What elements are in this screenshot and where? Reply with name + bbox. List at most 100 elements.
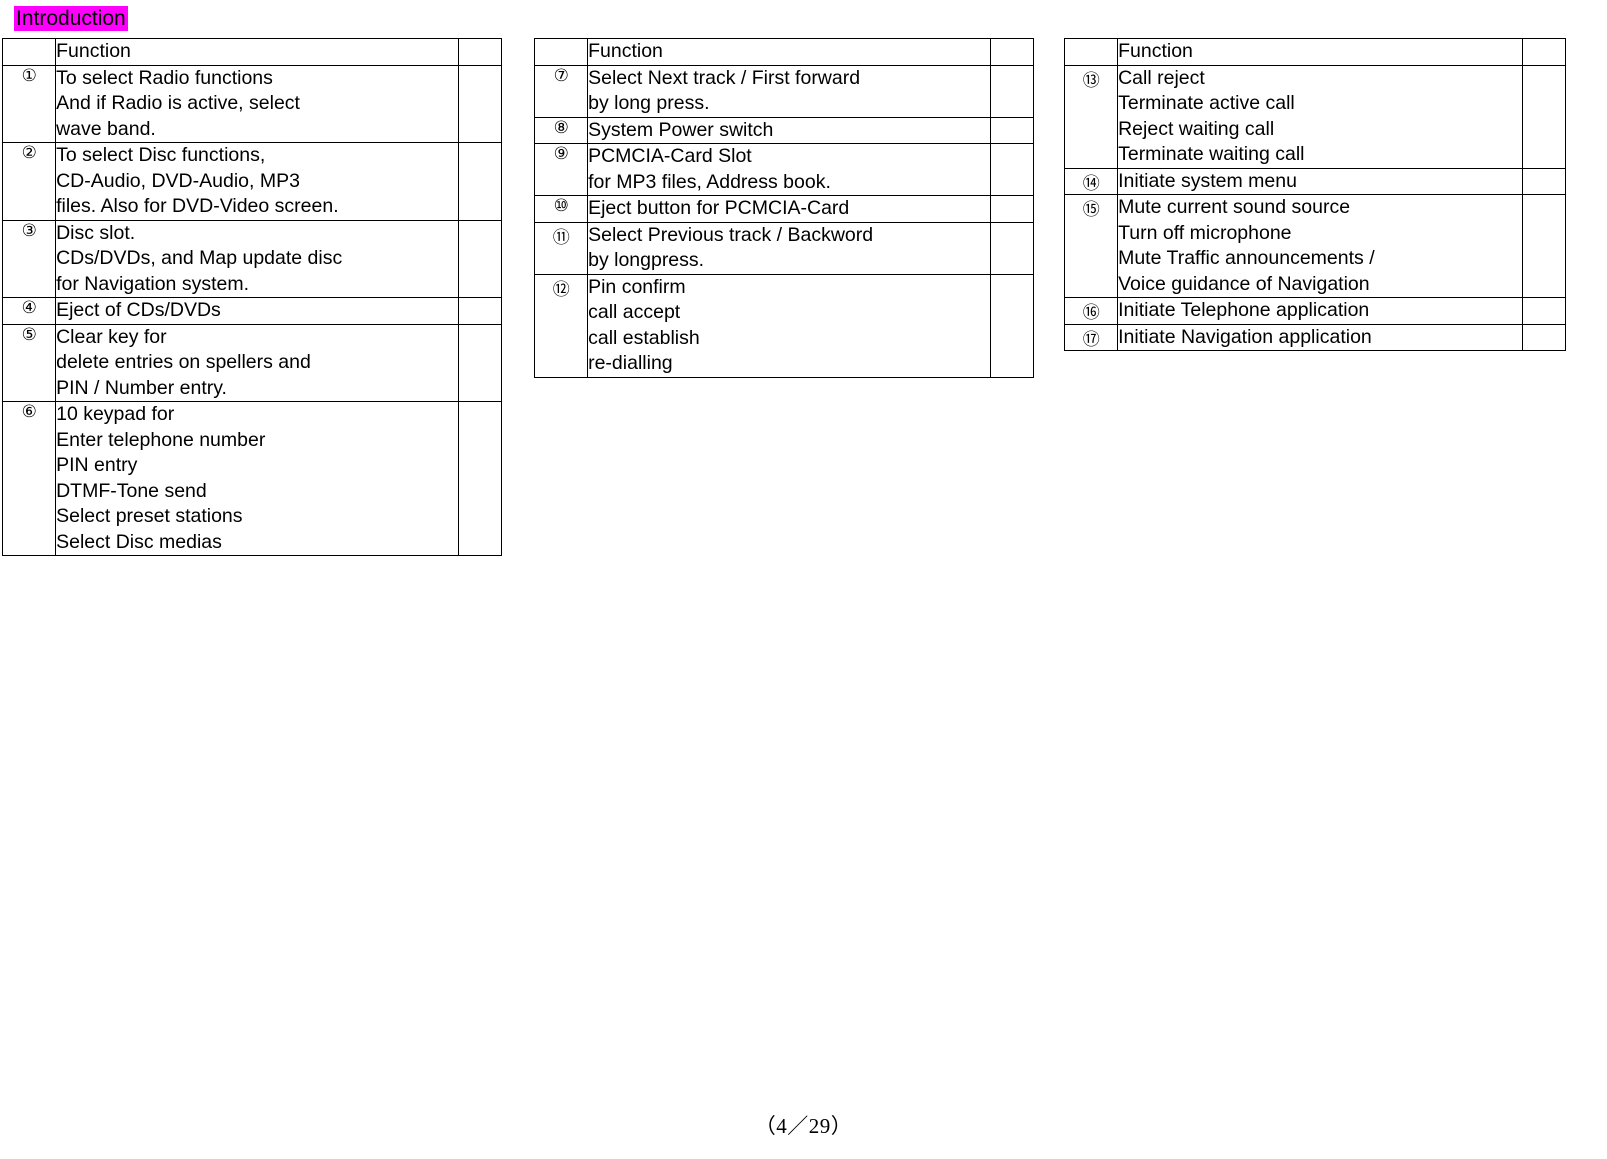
function-description-line: To select Radio functions xyxy=(56,66,273,89)
row-number-marker: ⑰ xyxy=(1063,323,1119,351)
function-description-line: Eject button for PCMCIA-Card xyxy=(588,197,850,219)
function-table-2: Function ⑦ Select Next track / First forw… xyxy=(533,38,1035,378)
function-table-1: Function ① To select Radio functions And i… xyxy=(1,38,503,556)
row-number-marker: ⑭ xyxy=(1063,167,1119,195)
row-number-marker: ⑯ xyxy=(1063,297,1119,325)
row-number-marker: ⑨ xyxy=(533,143,589,196)
function-description-cell: Select Previous track / Backword by longp… xyxy=(587,221,991,275)
illustration-cell xyxy=(989,221,1035,275)
illustration-cell xyxy=(457,64,503,143)
function-description-line: Clear key for xyxy=(56,325,167,348)
illustration-cell xyxy=(457,323,503,402)
illustration-cell xyxy=(989,273,1035,378)
function-description-cell: System Power switch xyxy=(587,116,991,144)
function-description-cell: Call reject Terminate active call Reject w… xyxy=(1117,64,1523,169)
function-description-line: Select preset stations xyxy=(56,505,243,527)
illustration-cell xyxy=(1521,323,1567,351)
function-description-line: Select Disc medias xyxy=(56,530,222,553)
function-description-line: by longpress. xyxy=(588,249,705,271)
table-row: ⑧ System Power switch xyxy=(533,116,1035,144)
row-number-marker: ⑫ xyxy=(533,273,589,378)
header-index-cell xyxy=(1,38,57,66)
table-row: ⑤ Clear key for delete entries on spellers… xyxy=(1,323,503,402)
table-row: ① To select Radio functions And if Radio i… xyxy=(1,64,503,143)
illustration-cell xyxy=(1521,167,1567,195)
function-description-line: To select Disc functions, xyxy=(56,144,266,166)
row-number-marker: ⑥ xyxy=(1,401,57,556)
function-description-cell: Eject of CDs/DVDs xyxy=(55,297,459,325)
function-description-cell: Initiate system menu xyxy=(1117,167,1523,195)
function-description-line: for MP3 files, Address book. xyxy=(588,170,831,193)
table-row: ⑪ Select Previous track / Backword by long… xyxy=(533,221,1035,275)
function-description-cell: Initiate Telephone application xyxy=(1117,297,1523,325)
function-description-line: System Power switch xyxy=(588,118,774,141)
function-description-line: call accept xyxy=(588,301,681,323)
function-description-line: And if Radio is active, select xyxy=(56,92,300,114)
function-description-line: Terminate waiting call xyxy=(1118,143,1305,165)
row-number-marker: ② xyxy=(1,142,57,221)
function-description-line: files. Also for DVD-Video screen. xyxy=(56,195,339,217)
function-description-line: Disc slot. xyxy=(56,221,136,244)
function-description-line: Initiate Navigation application xyxy=(1118,325,1372,348)
function-description-cell: To select Radio functions And if Radio is… xyxy=(55,64,459,143)
illustration-cell xyxy=(457,401,503,556)
table-row: ⑦ Select Next track / First forward by lon… xyxy=(533,64,1035,118)
table-header-row: Function xyxy=(533,38,1035,66)
table-row: ⑰ Initiate Navigation application xyxy=(1063,323,1567,351)
table-row: ⑬ Call reject Terminate active call Reject … xyxy=(1063,64,1567,169)
illustration-cell xyxy=(989,143,1035,196)
function-description-line: Turn off microphone xyxy=(1118,221,1292,244)
function-description-line: Initiate system menu xyxy=(1118,169,1297,192)
table-row: ⑯ Initiate Telephone application xyxy=(1063,297,1567,325)
function-description-line: Initiate Telephone application xyxy=(1118,299,1370,321)
function-description-line: PCMCIA-Card Slot xyxy=(588,145,752,167)
illustration-cell xyxy=(1521,297,1567,325)
function-description-cell: Select Next track / First forward by long… xyxy=(587,64,991,118)
illustration-cell xyxy=(989,64,1035,118)
table-row: ⑭ Initiate system menu xyxy=(1063,167,1567,195)
function-description-line: Call reject xyxy=(1118,66,1205,89)
column-header-function: Function xyxy=(55,38,459,66)
table-row: ⑫ Pin confirm call accept call establish re-… xyxy=(533,273,1035,378)
table-3-body: Function ⑬ Call reject Terminate active ca… xyxy=(1063,38,1567,351)
function-table-3: Function ⑬ Call reject Terminate active ca… xyxy=(1063,38,1567,351)
table-header-row: Function xyxy=(1,38,503,66)
illustration-cell xyxy=(1521,64,1567,169)
header-illustration-cell xyxy=(989,38,1035,66)
function-description-cell: Initiate Navigation application xyxy=(1117,323,1523,351)
function-description-line: Mute Traffic announcements / xyxy=(1118,247,1375,269)
header-illustration-cell xyxy=(1521,38,1567,66)
table-row: ⑥ 10 keypad for Enter telephone number PIN … xyxy=(1,401,503,556)
table-row: ⑩ Eject button for PCMCIA-Card xyxy=(533,195,1035,223)
function-description-line: Select Next track / First forward xyxy=(588,66,861,89)
function-description-cell: Disc slot. CDs/DVDs, and Map update disc f… xyxy=(55,219,459,298)
table-1-body: Function ① To select Radio functions And i… xyxy=(1,38,503,556)
header-index-cell xyxy=(533,38,589,66)
page-number: （4／29） xyxy=(754,1114,853,1138)
table-row: ⑨ PCMCIA-Card Slot for MP3 files, Address … xyxy=(533,143,1035,196)
illustration-cell xyxy=(989,116,1035,144)
function-description-line: Mute current sound source xyxy=(1118,196,1351,218)
function-description-line: Pin confirm xyxy=(588,275,686,298)
row-number-marker: ⑬ xyxy=(1063,64,1119,169)
row-number-marker: ③ xyxy=(1,219,57,298)
column-header-function: Function xyxy=(587,38,991,66)
function-description-line: CD-Audio, DVD-Audio, MP3 xyxy=(56,169,300,192)
function-description-cell: To select Disc functions, CD-Audio, DVD-A… xyxy=(55,142,459,221)
function-description-line: Terminate active call xyxy=(1118,92,1295,114)
row-number-marker: ⑤ xyxy=(1,323,57,402)
row-number-marker: ⑪ xyxy=(533,221,589,275)
function-description-line: Eject of CDs/DVDs xyxy=(56,299,221,321)
function-description-line: Reject waiting call xyxy=(1118,117,1275,140)
function-description-line: PIN / Number entry. xyxy=(56,376,227,399)
function-description-cell: Pin confirm call accept call establish re-d… xyxy=(587,273,991,378)
function-description-line: DTMF-Tone send xyxy=(56,479,207,502)
function-description-cell: Mute current sound source Turn off microp… xyxy=(1117,194,1523,298)
function-description-cell: PCMCIA-Card Slot for MP3 files, Address b… xyxy=(587,143,991,196)
table-row: ④ Eject of CDs/DVDs xyxy=(1,297,503,325)
table-header-row: Function xyxy=(1063,38,1567,66)
function-description-line: Select Previous track / Backword xyxy=(588,223,874,246)
row-number-marker: ① xyxy=(1,64,57,143)
function-description-line: CDs/DVDs, and Map update disc xyxy=(56,247,343,269)
table-row: ③ Disc slot. CDs/DVDs, and Map update disc… xyxy=(1,219,503,298)
